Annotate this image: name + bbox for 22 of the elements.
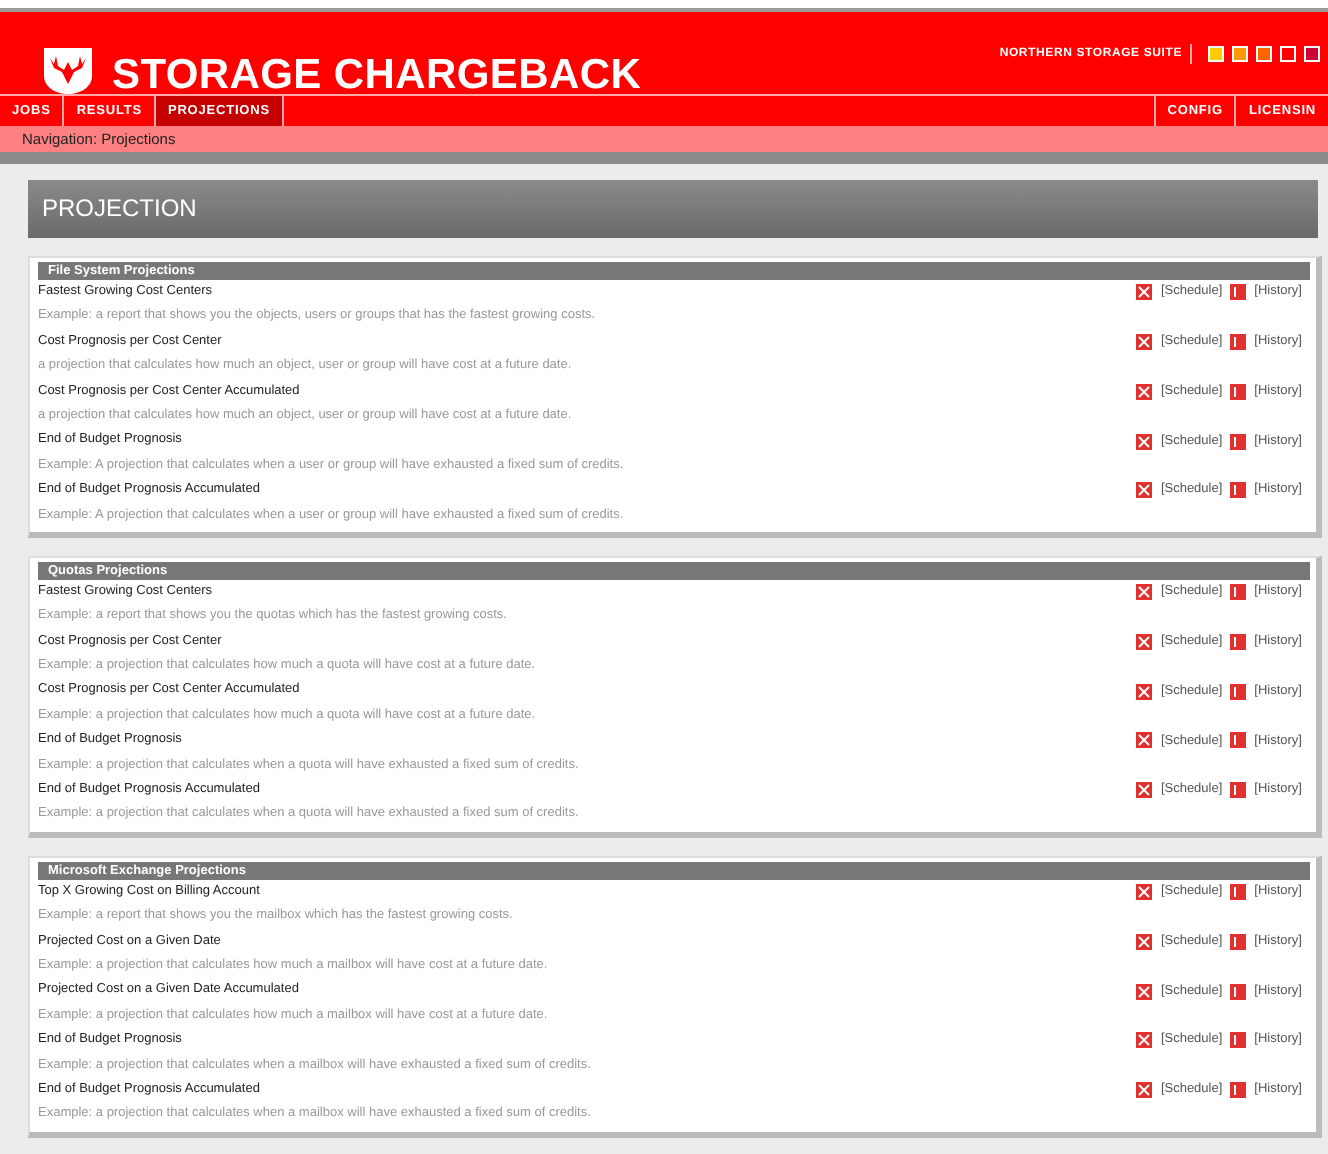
book-icon — [1230, 884, 1247, 900]
theme-swatch[interactable] — [1208, 46, 1224, 62]
book-icon — [1230, 933, 1247, 950]
book-icon — [1230, 633, 1247, 650]
theme-swatch[interactable] — [1304, 46, 1320, 62]
app-title: STORAGE CHARGEBACK — [112, 54, 642, 96]
book-icon — [1230, 1082, 1247, 1099]
book-icon — [1230, 983, 1247, 1000]
book-icon — [1230, 333, 1247, 350]
theme-swatch[interactable] — [1280, 46, 1296, 62]
book-icon — [1230, 284, 1247, 301]
theme-swatch[interactable] — [1232, 46, 1248, 62]
book-icon — [1230, 482, 1247, 499]
book-icon — [1230, 433, 1247, 450]
book-icon — [1230, 732, 1247, 749]
theme-swatch[interactable] — [1256, 46, 1272, 62]
book-icon — [1230, 683, 1247, 700]
page-title: PROJECTION — [28, 180, 1318, 238]
book-icon — [1230, 584, 1247, 601]
book-icon — [1230, 782, 1247, 799]
book-icon — [1230, 1032, 1247, 1049]
book-icon — [1230, 383, 1247, 400]
